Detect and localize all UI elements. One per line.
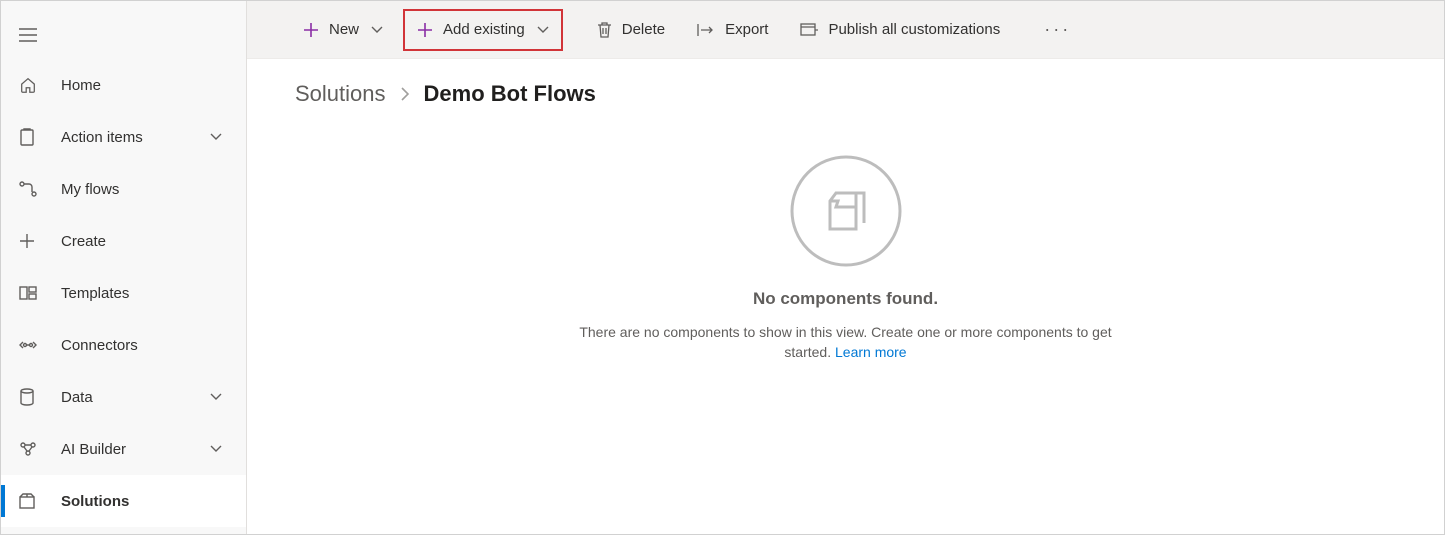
connectors-icon: [19, 338, 47, 352]
sidebar-item-label: Home: [47, 77, 246, 94]
chevron-down-icon: [537, 26, 549, 34]
sidebar-item-connectors[interactable]: Connectors: [1, 319, 246, 371]
chevron-down-icon: [210, 445, 246, 453]
delete-button-label: Delete: [622, 21, 665, 38]
empty-state-icon: [790, 155, 902, 267]
sidebar-item-label: Data: [47, 389, 210, 406]
chevron-down-icon: [210, 133, 246, 141]
templates-icon: [19, 286, 47, 300]
nav-list: Home Action items My flows: [1, 59, 246, 527]
add-existing-button-label: Add existing: [443, 21, 525, 38]
learn-more-link[interactable]: Learn more: [835, 344, 907, 360]
plus-icon: [417, 22, 433, 38]
more-commands-button[interactable]: ···: [1034, 9, 1081, 51]
export-button[interactable]: Export: [685, 9, 780, 51]
solutions-icon: [19, 493, 47, 509]
main-area: New Add existing Delete: [247, 1, 1444, 534]
plus-icon: [19, 233, 47, 249]
sidebar-item-ai-builder[interactable]: AI Builder: [1, 423, 246, 475]
more-icon: ···: [1044, 19, 1071, 40]
sidebar-item-my-flows[interactable]: My flows: [1, 163, 246, 215]
clipboard-icon: [19, 128, 47, 146]
empty-state-subtitle: There are no components to show in this …: [566, 323, 1126, 362]
new-button[interactable]: New: [291, 9, 395, 51]
sidebar-item-label: Templates: [47, 285, 246, 302]
sidebar-item-create[interactable]: Create: [1, 215, 246, 267]
publish-button-label: Publish all customizations: [828, 21, 1000, 38]
sidebar-item-label: Solutions: [47, 493, 246, 510]
hamburger-button[interactable]: [19, 14, 37, 56]
chevron-right-icon: [400, 87, 410, 101]
add-existing-button[interactable]: Add existing: [403, 9, 563, 51]
breadcrumb-current: Demo Bot Flows: [424, 81, 596, 107]
command-bar: New Add existing Delete: [247, 1, 1444, 59]
sidebar-item-label: AI Builder: [47, 441, 210, 458]
publish-icon: [800, 22, 818, 38]
sidebar-item-label: Action items: [47, 129, 210, 146]
sidebar: Home Action items My flows: [1, 1, 247, 534]
hamburger-icon: [19, 28, 37, 42]
export-button-label: Export: [725, 21, 768, 38]
home-icon: [19, 76, 47, 94]
sidebar-item-action-items[interactable]: Action items: [1, 111, 246, 163]
new-button-label: New: [329, 21, 359, 38]
export-icon: [697, 23, 715, 37]
sidebar-item-label: My flows: [47, 181, 246, 198]
chevron-down-icon: [210, 393, 246, 401]
publish-button[interactable]: Publish all customizations: [788, 9, 1012, 51]
sidebar-item-solutions[interactable]: Solutions: [1, 475, 246, 527]
sidebar-item-label: Create: [47, 233, 246, 250]
sidebar-item-home[interactable]: Home: [1, 59, 246, 111]
delete-button[interactable]: Delete: [585, 9, 677, 51]
empty-state-title: No components found.: [753, 289, 938, 309]
sidebar-item-templates[interactable]: Templates: [1, 267, 246, 319]
flow-icon: [19, 181, 47, 197]
breadcrumb: Solutions Demo Bot Flows: [247, 59, 1444, 107]
sidebar-item-data[interactable]: Data: [1, 371, 246, 423]
plus-icon: [303, 22, 319, 38]
breadcrumb-root[interactable]: Solutions: [295, 81, 386, 107]
sidebar-item-label: Connectors: [47, 337, 246, 354]
trash-icon: [597, 21, 612, 38]
ai-builder-icon: [19, 441, 47, 457]
empty-state: No components found. There are no compon…: [247, 107, 1444, 534]
database-icon: [19, 388, 47, 406]
chevron-down-icon: [371, 26, 383, 34]
